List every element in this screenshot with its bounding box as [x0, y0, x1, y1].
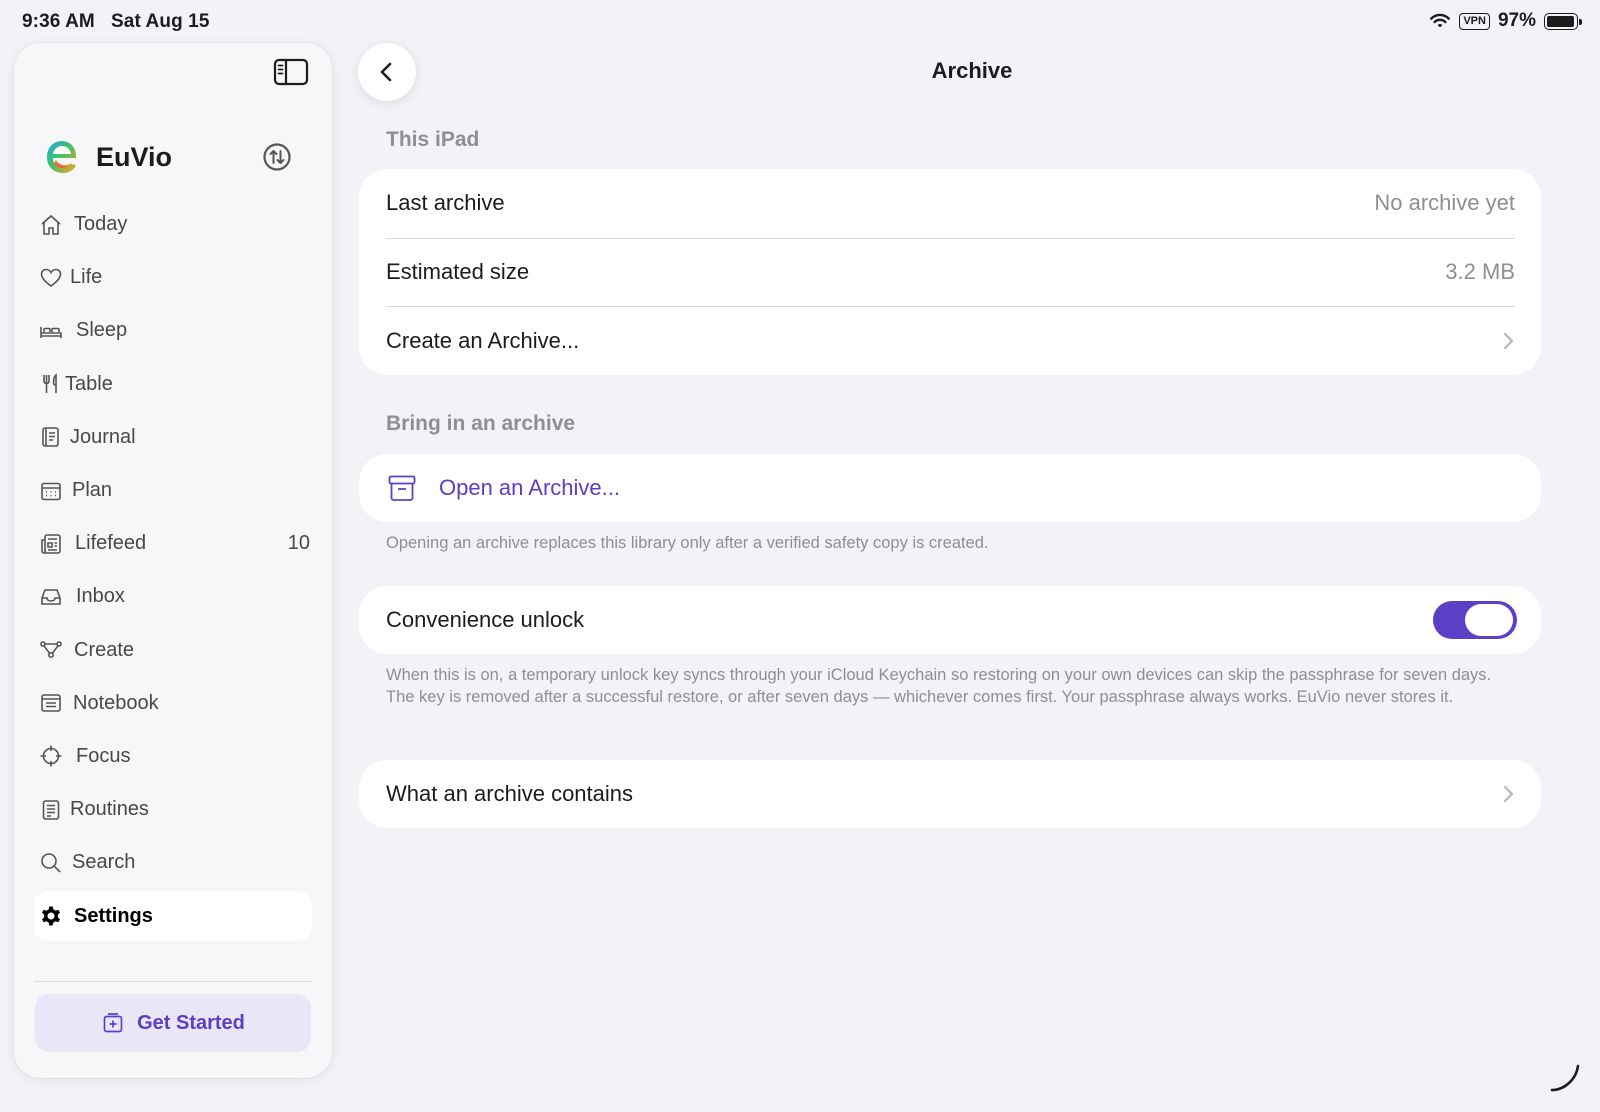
- last-archive-row: Last archive No archive yet: [359, 169, 1541, 238]
- sidebar-item-label: Life: [70, 266, 103, 289]
- sidebar-item-label: Create: [74, 638, 135, 661]
- sidebar-item-inbox[interactable]: Inbox: [34, 570, 312, 623]
- chevron-right-icon: [1501, 784, 1515, 804]
- checklist-icon: [38, 797, 64, 823]
- create-archive-row[interactable]: Create an Archive...: [359, 306, 1541, 375]
- estimated-size-label: Estimated size: [386, 259, 530, 285]
- resize-corner-icon[interactable]: [1548, 1060, 1582, 1094]
- get-started-label: Get Started: [137, 1011, 245, 1034]
- sidebar-item-label: Lifefeed: [75, 532, 147, 555]
- convenience-footnote: When this is on, a temporary unlock key …: [386, 666, 1492, 706]
- battery-percent: 97%: [1497, 10, 1536, 31]
- sidebar-item-create[interactable]: Create: [34, 624, 312, 677]
- status-bar: 9:36 AM Sat Aug 15 VPN 97%: [0, 0, 1600, 44]
- convenience-unlock-label: Convenience unlock: [386, 607, 585, 632]
- nodes-icon: [38, 637, 64, 663]
- archive-contains-row[interactable]: What an archive contains: [359, 760, 1541, 828]
- sidebar-item-label: Today: [74, 213, 128, 236]
- sidebar: EuVio Today Life Sleep Table Journal Pla…: [14, 43, 332, 1078]
- sidebar-item-plan[interactable]: Plan: [34, 464, 312, 517]
- brand: EuVio: [42, 137, 172, 177]
- brand-name: EuVio: [96, 141, 173, 172]
- sidebar-item-settings[interactable]: Settings: [34, 891, 312, 942]
- sidebar-item-label: Table: [65, 372, 113, 395]
- estimated-size-value: 3.2 MB: [1445, 259, 1515, 285]
- status-indicators: VPN 97%: [1429, 10, 1582, 32]
- add-archive-icon: [103, 1013, 123, 1033]
- bed-icon: [38, 318, 64, 344]
- sidebar-item-label: Focus: [76, 744, 131, 767]
- bring-in-card: Open an Archive...: [359, 454, 1541, 522]
- last-archive-value: No archive yet: [1374, 190, 1515, 216]
- fork-knife-icon: [38, 371, 64, 397]
- scope-icon: [38, 743, 64, 769]
- journal-icon: [38, 424, 64, 450]
- estimated-size-row: Estimated size 3.2 MB: [359, 237, 1541, 307]
- sidebar-nav: Today Life Sleep Table Journal Plan Life…: [34, 198, 312, 942]
- house-icon: [38, 212, 64, 238]
- chevron-right-icon: [1501, 331, 1515, 351]
- sidebar-item-sleep[interactable]: Sleep: [34, 304, 312, 357]
- sidebar-item-routines[interactable]: Routines: [34, 783, 312, 836]
- back-button[interactable]: [358, 43, 416, 101]
- search-icon: [38, 850, 64, 876]
- convenience-unlock-toggle[interactable]: [1433, 601, 1517, 639]
- sync-icon[interactable]: [262, 142, 292, 172]
- sidebar-item-search[interactable]: Search: [34, 836, 312, 889]
- sidebar-item-journal[interactable]: Journal: [34, 411, 312, 464]
- sidebar-divider: [34, 981, 312, 982]
- wifi-icon: [1430, 13, 1451, 28]
- battery-level: [1547, 15, 1575, 27]
- sidebar-item-label: Sleep: [76, 319, 128, 342]
- page-title-text: Archive: [931, 58, 1013, 83]
- toggle-knob: [1465, 604, 1513, 636]
- sidebar-item-label: Notebook: [73, 691, 159, 714]
- heart-icon: [38, 265, 64, 291]
- calendar-icon: [38, 478, 64, 504]
- tray-icon: [38, 584, 64, 610]
- this-ipad-card: Last archive No archive yet Estimated si…: [359, 169, 1541, 376]
- lifefeed-count-badge: 10: [287, 532, 310, 555]
- sidebar-item-notebook[interactable]: Notebook: [34, 677, 312, 730]
- sidebar-item-label: Plan: [72, 479, 113, 502]
- section-header-bring-in: Bring in an archive: [386, 412, 576, 435]
- sidebar-item-label: Search: [72, 851, 136, 874]
- convenience-card: Convenience unlock: [359, 586, 1541, 654]
- sidebar-item-lifefeed[interactable]: Lifefeed 10: [34, 517, 312, 570]
- archive-box-icon: [388, 475, 416, 501]
- chevron-left-icon: [380, 62, 392, 82]
- last-archive-label: Last archive: [386, 190, 505, 216]
- gear-icon: [38, 903, 64, 929]
- sidebar-toggle-icon[interactable]: [273, 58, 309, 86]
- sidebar-item-label: Inbox: [76, 585, 125, 608]
- sidebar-item-focus[interactable]: Focus: [34, 730, 312, 783]
- archive-contains-label: What an archive contains: [386, 781, 634, 806]
- open-archive-footnote: Opening an archive replaces this library…: [386, 534, 989, 552]
- sidebar-item-label: Routines: [70, 798, 149, 821]
- status-time: 9:36 AM Sat Aug 15: [22, 11, 210, 32]
- sidebar-item-life[interactable]: Life: [34, 251, 312, 304]
- notebook-icon: [38, 690, 64, 716]
- vpn-badge: VPN: [1459, 12, 1490, 30]
- sidebar-item-table[interactable]: Table: [34, 358, 312, 411]
- sidebar-item-today[interactable]: Today: [34, 198, 312, 251]
- contains-card: What an archive contains: [359, 760, 1541, 828]
- euvio-logo-icon: [47, 141, 77, 173]
- newspaper-icon: [38, 531, 64, 557]
- get-started-button[interactable]: Get Started: [35, 994, 311, 1052]
- convenience-unlock-row: Convenience unlock: [359, 586, 1541, 654]
- open-archive-label: Open an Archive...: [439, 475, 620, 500]
- sidebar-item-label: Settings: [74, 904, 153, 927]
- battery-icon: [1544, 12, 1582, 30]
- section-header-this-ipad: This iPad: [386, 128, 480, 151]
- sidebar-item-label: Journal: [70, 425, 136, 448]
- create-archive-label: Create an Archive...: [386, 327, 580, 353]
- open-archive-button[interactable]: Open an Archive...: [359, 454, 1541, 522]
